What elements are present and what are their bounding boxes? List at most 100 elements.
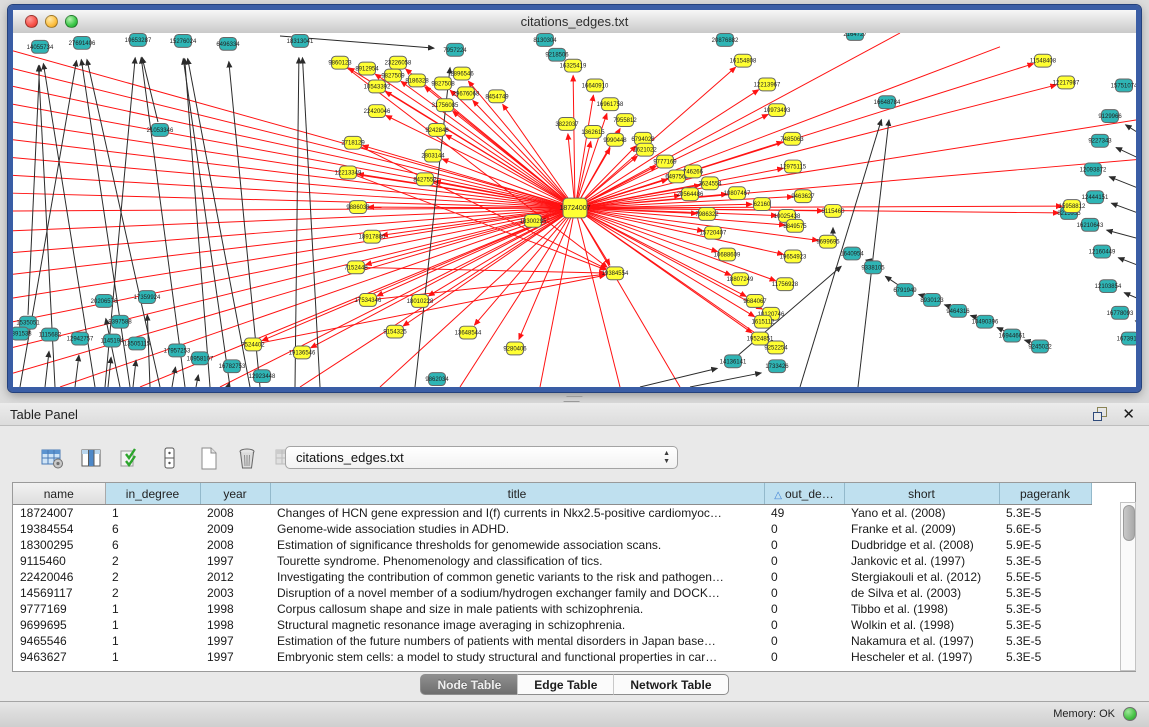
cell[interactable]: 1	[105, 649, 200, 665]
cell[interactable]: 49	[764, 505, 844, 522]
cell[interactable]: Franke et al. (2009)	[844, 521, 999, 537]
cell[interactable]: 0	[764, 633, 844, 649]
table-row[interactable]: 977716911998Corpus callosum shape and si…	[13, 601, 1091, 617]
float-panel-icon[interactable]	[1093, 407, 1107, 420]
column-header-year[interactable]: year	[200, 483, 270, 505]
cell[interactable]: 6	[105, 537, 200, 553]
cell[interactable]: 5.3E-5	[999, 633, 1091, 649]
cell[interactable]: 0	[764, 537, 844, 553]
column-header-short[interactable]: short	[844, 483, 999, 505]
cell[interactable]: Wolkin et al. (1998)	[844, 617, 999, 633]
network-window-titlebar[interactable]: citations_edges.txt	[13, 10, 1136, 34]
cell[interactable]: Hescheler et al. (1997)	[844, 649, 999, 665]
cell[interactable]: 0	[764, 617, 844, 633]
checklist-icon[interactable]	[118, 446, 144, 472]
cell[interactable]: 19384554	[13, 521, 105, 537]
network-canvas[interactable]: 1405573427691406106532871527602464963341…	[13, 33, 1136, 387]
panel-splitter[interactable]	[0, 392, 1149, 403]
table-row[interactable]: 2242004622012Investigating the contribut…	[13, 569, 1091, 585]
table-row[interactable]: 946362711997Embryonic stem cells: a mode…	[13, 649, 1091, 665]
cell[interactable]: 6	[105, 521, 200, 537]
rows-icon[interactable]	[157, 446, 183, 472]
close-panel-icon[interactable]: ✕	[1122, 405, 1135, 423]
cell[interactable]: 0	[764, 521, 844, 537]
cell[interactable]: 2003	[200, 585, 270, 601]
cell[interactable]: 1998	[200, 601, 270, 617]
cell[interactable]: Changes of HCN gene expression and I(f) …	[270, 505, 764, 522]
cell[interactable]: 0	[764, 601, 844, 617]
cell[interactable]: 2008	[200, 537, 270, 553]
cell[interactable]: 2	[105, 585, 200, 601]
cell[interactable]: 9115460	[13, 553, 105, 569]
table-row[interactable]: 969969511998Structural magnetic resonanc…	[13, 617, 1091, 633]
table-settings-icon[interactable]	[40, 446, 66, 472]
cell[interactable]: 9465546	[13, 633, 105, 649]
cell[interactable]: 22420046	[13, 569, 105, 585]
cell[interactable]: Genome-wide association studies in ADHD.	[270, 521, 764, 537]
network-graph[interactable]: 1405573427691406106532871527602464963341…	[13, 33, 1136, 387]
cell[interactable]: 5.3E-5	[999, 585, 1091, 601]
cell[interactable]: 5.3E-5	[999, 617, 1091, 633]
cell[interactable]: de Silva et al. (2003)	[844, 585, 999, 601]
cell[interactable]: Dudbridge et al. (2008)	[844, 537, 999, 553]
cell[interactable]: 5.3E-5	[999, 649, 1091, 665]
new-column-icon[interactable]	[196, 446, 222, 472]
cell[interactable]: 18724007	[13, 505, 105, 522]
cell[interactable]: 9777169	[13, 601, 105, 617]
table-row[interactable]: 1456911722003Disruption of a novel membe…	[13, 585, 1091, 601]
cell[interactable]: 0	[764, 585, 844, 601]
tab-node-table[interactable]: Node Table	[420, 674, 517, 695]
cell[interactable]: 1	[105, 633, 200, 649]
cell[interactable]: Investigating the contribution of common…	[270, 569, 764, 585]
cell[interactable]: Nakamura et al. (1997)	[844, 633, 999, 649]
cell[interactable]: 5.6E-5	[999, 521, 1091, 537]
table-scrollbar[interactable]	[1120, 502, 1136, 671]
cell[interactable]: Jankovic et al. (1997)	[844, 553, 999, 569]
cell[interactable]: 0	[764, 649, 844, 665]
column-header-title[interactable]: title	[270, 483, 764, 505]
cell[interactable]: 2008	[200, 505, 270, 522]
cell[interactable]: 5.9E-5	[999, 537, 1091, 553]
cell[interactable]: 9463627	[13, 649, 105, 665]
cell[interactable]: 1997	[200, 553, 270, 569]
cell[interactable]: 1	[105, 505, 200, 522]
cell[interactable]: Corpus callosum shape and size in male p…	[270, 601, 764, 617]
table-row[interactable]: 1872400712008Changes of HCN gene express…	[13, 505, 1091, 522]
cell[interactable]: 5.5E-5	[999, 569, 1091, 585]
cell[interactable]: 1998	[200, 617, 270, 633]
table-row[interactable]: 946554611997Estimation of the future num…	[13, 633, 1091, 649]
cell[interactable]: 1	[105, 601, 200, 617]
cell[interactable]: 5.3E-5	[999, 553, 1091, 569]
cell[interactable]: 9699695	[13, 617, 105, 633]
cell[interactable]: 2012	[200, 569, 270, 585]
table-selector-dropdown[interactable]: citations_edges.txt ▲▼	[285, 446, 678, 469]
cell[interactable]: 5.3E-5	[999, 505, 1091, 522]
tab-network-table[interactable]: Network Table	[613, 674, 728, 695]
column-header-out_de[interactable]: △out_de…	[764, 483, 844, 505]
cell[interactable]: Estimation of significance thresholds fo…	[270, 537, 764, 553]
column-visibility-icon[interactable]	[79, 446, 105, 472]
table-row[interactable]: 1938455462009Genome-wide association stu…	[13, 521, 1091, 537]
cell[interactable]: Stergiakouli et al. (2012)	[844, 569, 999, 585]
cell[interactable]: Disruption of a novel member of a sodium…	[270, 585, 764, 601]
cell[interactable]: 5.3E-5	[999, 601, 1091, 617]
tab-edge-table[interactable]: Edge Table	[517, 674, 613, 695]
cell[interactable]: 2009	[200, 521, 270, 537]
column-header-in_degree[interactable]: in_degree	[105, 483, 200, 505]
cell[interactable]: 0	[764, 569, 844, 585]
delete-column-icon[interactable]	[235, 446, 261, 472]
cell[interactable]: Yano et al. (2008)	[844, 505, 999, 522]
scrollbar-thumb[interactable]	[1123, 505, 1135, 541]
cell[interactable]: 2	[105, 553, 200, 569]
cell[interactable]: Embryonic stem cells: a model to study s…	[270, 649, 764, 665]
cell[interactable]: 1	[105, 617, 200, 633]
column-header-name[interactable]: name	[13, 483, 105, 505]
cell[interactable]: Tourette syndrome. Phenomenology and cla…	[270, 553, 764, 569]
cell[interactable]: 18300295	[13, 537, 105, 553]
table-row[interactable]: 1830029562008Estimation of significance …	[13, 537, 1091, 553]
cell[interactable]: 1997	[200, 649, 270, 665]
column-header-pagerank[interactable]: pagerank	[999, 483, 1091, 505]
cell[interactable]: Estimation of the future numbers of pati…	[270, 633, 764, 649]
cell[interactable]: 14569117	[13, 585, 105, 601]
cell[interactable]: 2	[105, 569, 200, 585]
